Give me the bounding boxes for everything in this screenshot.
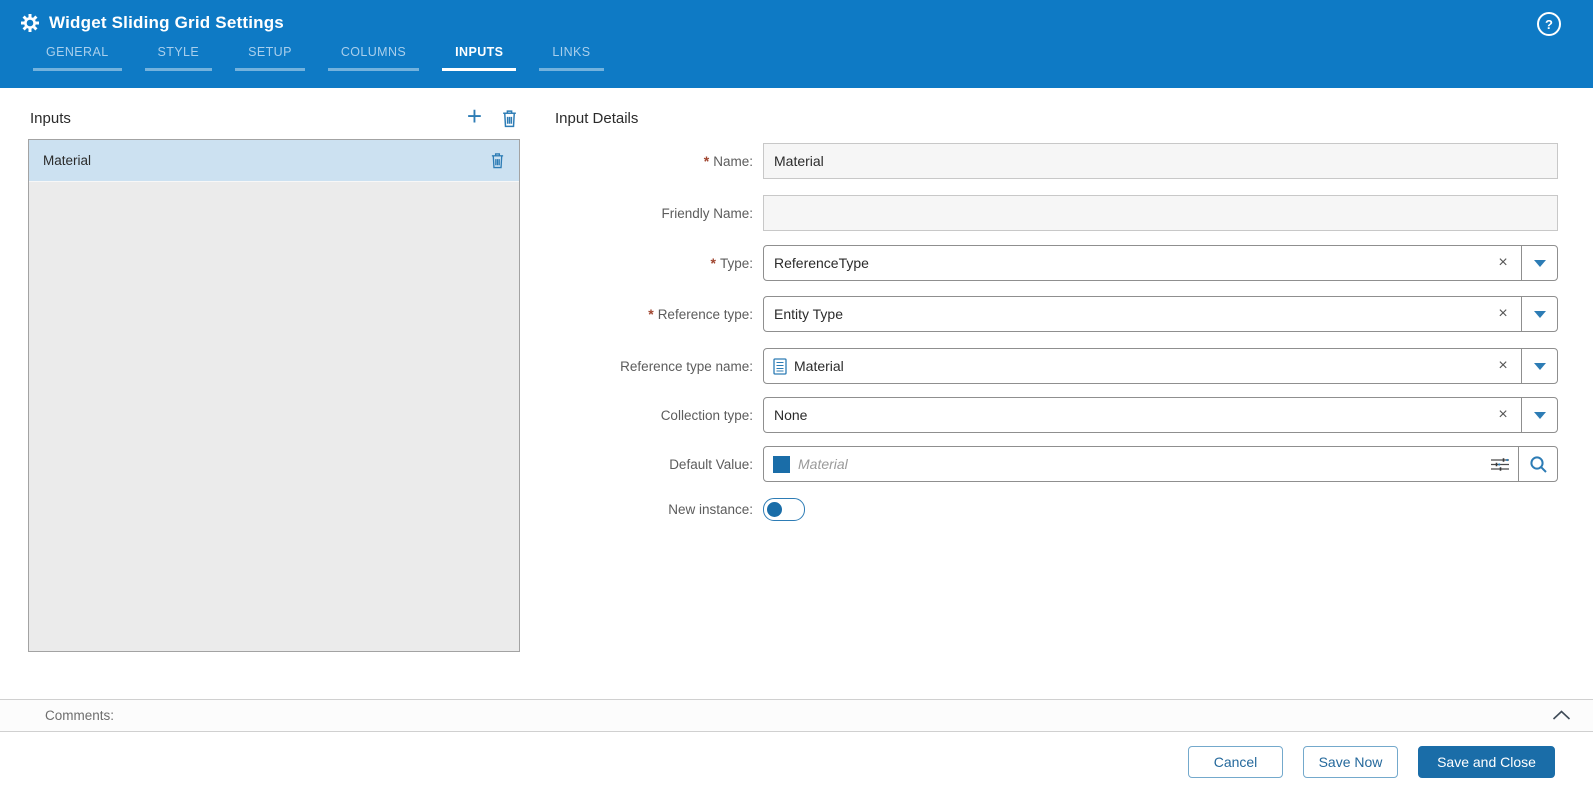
form-row-reference-type-name: Reference type name: Material × <box>555 348 1558 384</box>
name-input[interactable] <box>763 143 1558 179</box>
page-title: Widget Sliding Grid Settings <box>49 13 284 32</box>
delete-item-icon[interactable] <box>490 152 505 169</box>
list-item-material[interactable]: Material <box>29 140 519 182</box>
name-label: * Name: <box>703 153 753 169</box>
friendly-name-label: Friendly Name: <box>661 205 753 221</box>
reference-type-combo[interactable]: Entity Type × <box>763 296 1558 332</box>
reference-type-name-combo-value: Material <box>794 358 844 374</box>
form-row-new-instance: New instance: <box>555 498 1558 521</box>
clear-icon[interactable]: × <box>1485 398 1521 432</box>
tab-setup[interactable]: SETUP <box>235 45 305 71</box>
type-combo[interactable]: ReferenceType × <box>763 245 1558 281</box>
save-and-close-button[interactable]: Save and Close <box>1418 746 1555 778</box>
form-row-friendly-name: Friendly Name: <box>555 195 1558 231</box>
chevron-up-icon[interactable] <box>1552 710 1571 721</box>
form-row-reference-type: * Reference type: Entity Type × <box>555 296 1558 332</box>
inputs-panel-title: Inputs <box>30 110 71 127</box>
collection-type-combo[interactable]: None × <box>763 397 1558 433</box>
required-asterisk: * <box>710 255 716 271</box>
chevron-down-icon[interactable] <box>1522 297 1557 331</box>
type-combo-value: ReferenceType <box>774 255 869 271</box>
clear-icon[interactable]: × <box>1485 246 1521 280</box>
default-value-label: Default Value: <box>669 456 753 472</box>
comments-label: Comments: <box>45 708 115 723</box>
help-glyph: ? <box>1545 16 1553 32</box>
help-icon[interactable]: ? <box>1537 12 1561 36</box>
collection-type-label: Collection type: <box>660 407 753 423</box>
widget-settings-dialog: Widget Sliding Grid Settings ? GENERAL S… <box>0 0 1593 793</box>
tab-links[interactable]: LINKS <box>539 45 604 71</box>
entity-type-icon <box>773 455 790 473</box>
tab-bar: GENERAL STYLE SETUP COLUMNS INPUTS LINKS <box>33 45 627 71</box>
new-instance-label: New instance: <box>668 502 753 517</box>
collection-type-combo-value: None <box>774 407 808 423</box>
save-now-button[interactable]: Save Now <box>1303 746 1398 778</box>
default-value-lookup[interactable] <box>763 446 1558 482</box>
friendly-name-input[interactable] <box>763 195 1558 231</box>
reference-type-name-label: Reference type name: <box>620 358 753 374</box>
dialog-footer: Cancel Save Now Save and Close <box>0 732 1593 793</box>
inputs-panel-header: Inputs + <box>28 102 520 134</box>
clear-icon[interactable]: × <box>1485 349 1521 383</box>
tab-general[interactable]: GENERAL <box>33 45 122 71</box>
tab-style[interactable]: STYLE <box>144 45 213 71</box>
clear-icon[interactable]: × <box>1485 297 1521 331</box>
chevron-down-icon[interactable] <box>1522 246 1557 280</box>
required-asterisk: * <box>703 153 710 169</box>
reference-type-label: * Reference type: <box>648 306 753 322</box>
form-row-collection-type: Collection type: None × <box>555 397 1558 433</box>
search-icon[interactable] <box>1519 447 1557 481</box>
tab-inputs[interactable]: INPUTS <box>442 45 517 71</box>
details-title: Input Details <box>555 110 639 127</box>
reference-type-name-combo[interactable]: Material × <box>763 348 1558 384</box>
required-asterisk: * <box>648 306 654 322</box>
tab-columns[interactable]: COLUMNS <box>327 45 420 71</box>
gear-icon <box>20 13 40 33</box>
default-value-input[interactable] <box>790 456 1482 472</box>
chevron-down-icon[interactable] <box>1522 349 1557 383</box>
delete-input-button[interactable] <box>501 109 518 128</box>
chevron-down-icon[interactable] <box>1522 398 1557 432</box>
list-item-label: Material <box>43 153 92 168</box>
toggle-knob <box>767 502 782 517</box>
add-input-button[interactable]: + <box>467 102 482 130</box>
title-row: Widget Sliding Grid Settings ? <box>20 10 1577 36</box>
reference-type-combo-value: Entity Type <box>774 306 844 322</box>
cancel-button[interactable]: Cancel <box>1188 746 1283 778</box>
filter-icon[interactable] <box>1482 457 1518 472</box>
inputs-list: Material <box>28 139 520 652</box>
comments-bar[interactable]: Comments: <box>0 699 1593 732</box>
type-label: * Type: <box>710 255 753 271</box>
new-instance-toggle[interactable] <box>763 498 805 521</box>
dialog-header: Widget Sliding Grid Settings ? GENERAL S… <box>0 0 1593 88</box>
form-row-default-value: Default Value: <box>555 446 1558 482</box>
form-row-name: * Name: <box>555 143 1558 179</box>
form-row-type: * Type: ReferenceType × <box>555 245 1558 281</box>
